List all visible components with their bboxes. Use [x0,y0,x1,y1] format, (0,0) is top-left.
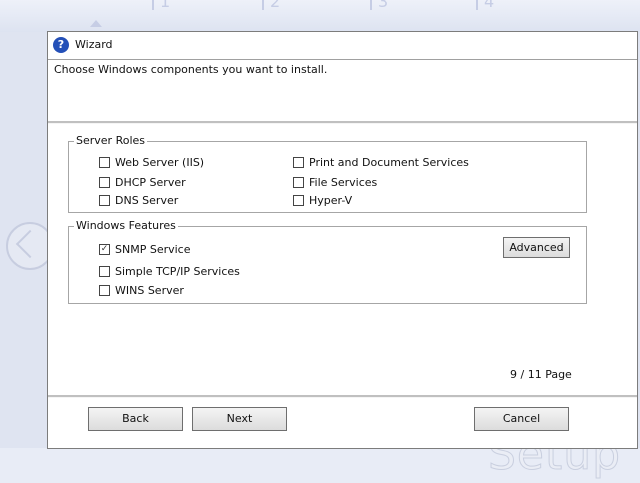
title-bar: ? Wizard [48,32,637,60]
instruction-text: Choose Windows components you want to in… [54,63,328,76]
header-divider [48,121,637,124]
step-number: 4 [484,0,495,11]
checkbox-box[interactable] [293,177,304,188]
background-step-bar: 1 2 3 4 [0,0,640,32]
step-number: 3 [378,0,389,11]
page-counter: 9 / 11 Page [510,368,572,381]
windows-features-legend: Windows Features [74,219,178,233]
footer-divider [48,395,637,398]
checkbox-box[interactable] [99,266,110,277]
wizard-dialog: ? Wizard Choose Windows components you w… [47,31,638,449]
checkbox-label: Hyper-V [309,194,353,207]
checkbox-box[interactable] [99,285,110,296]
checkbox-box[interactable] [293,157,304,168]
checkbox-box-checked[interactable]: ✓ [99,244,110,255]
back-button[interactable]: Back [88,407,183,431]
checkbox-label: Web Server (IIS) [115,156,205,169]
server-roles-group: Server Roles Web Server (IIS) DHCP Serve… [68,134,587,213]
checkbox-label: Print and Document Services [309,156,469,169]
next-button[interactable]: Next [192,407,287,431]
step-number: 1 [160,0,171,11]
windows-features-group: Windows Features ✓ SNMP Service Simple T… [68,219,587,304]
question-icon: ? [53,37,69,53]
checkbox-label: DNS Server [115,194,179,207]
checkbox-label: File Services [309,176,378,189]
checkbox-label: SNMP Service [115,243,191,256]
checkbox-label: Simple TCP/IP Services [115,265,240,278]
checkbox-box[interactable] [99,195,110,206]
checkbox-box[interactable] [99,157,110,168]
step-indicator-arrow-icon [90,20,102,27]
checkbox-box[interactable] [99,177,110,188]
checkbox-label: DHCP Server [115,176,186,189]
advanced-button[interactable]: Advanced [503,237,570,258]
step-number: 2 [270,0,281,11]
checkbox-box[interactable] [293,195,304,206]
server-roles-legend: Server Roles [74,134,148,148]
cancel-button[interactable]: Cancel [474,407,569,431]
window-title: Wizard [75,38,113,51]
checkbox-label: WINS Server [115,284,184,297]
